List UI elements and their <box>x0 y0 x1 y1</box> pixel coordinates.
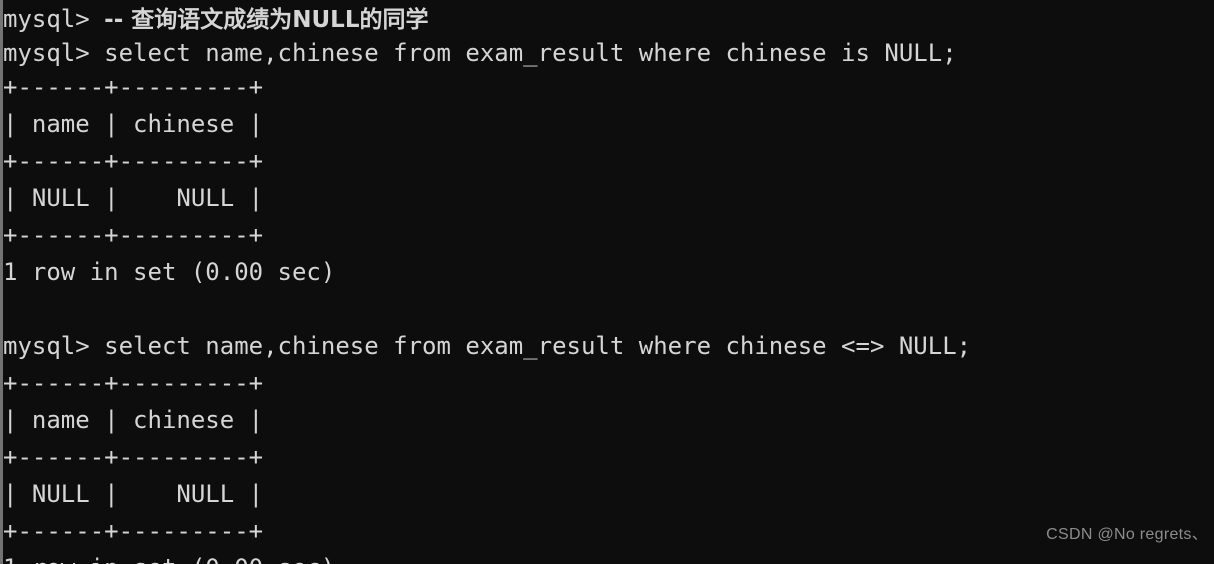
status-line-1: 1 row in set (0.00 sec) <box>3 258 336 286</box>
status-line-2: 1 row in set (0.00 sec) <box>3 548 1214 564</box>
table-rule-bottom-2: +------+---------+ <box>3 517 264 545</box>
table-rule-mid-2: +------+---------+ <box>3 443 264 471</box>
terminal-line-query-1: mysql> select name,chinese from exam_res… <box>3 39 957 67</box>
table-row-2: | NULL | NULL | <box>3 480 264 508</box>
table-rule-top-2: +------+---------+ <box>3 369 264 397</box>
terminal-window[interactable]: mysql> -- 查询语文成绩为NULL的同学 mysql> select n… <box>0 0 1214 564</box>
terminal-line-comment: mysql> -- 查询语文成绩为NULL的同学 <box>3 2 1214 36</box>
table-header-2: | name | chinese | <box>3 406 264 434</box>
terminal-line-query-2: mysql> select name,chinese from exam_res… <box>3 332 972 360</box>
prompt-label: mysql> <box>3 5 105 33</box>
table-rule-bottom-1: +------+---------+ <box>3 221 264 249</box>
sql-comment-text: -- 查询语文成绩为NULL的同学 <box>104 7 429 33</box>
table-rule-top-1: +------+---------+ <box>3 73 264 101</box>
table-row-1: | NULL | NULL | <box>3 184 264 212</box>
table-rule-mid-1: +------+---------+ <box>3 147 264 175</box>
csdn-watermark: CSDN @No regrets、 <box>1046 526 1208 543</box>
table-header-1: | name | chinese | <box>3 110 264 138</box>
